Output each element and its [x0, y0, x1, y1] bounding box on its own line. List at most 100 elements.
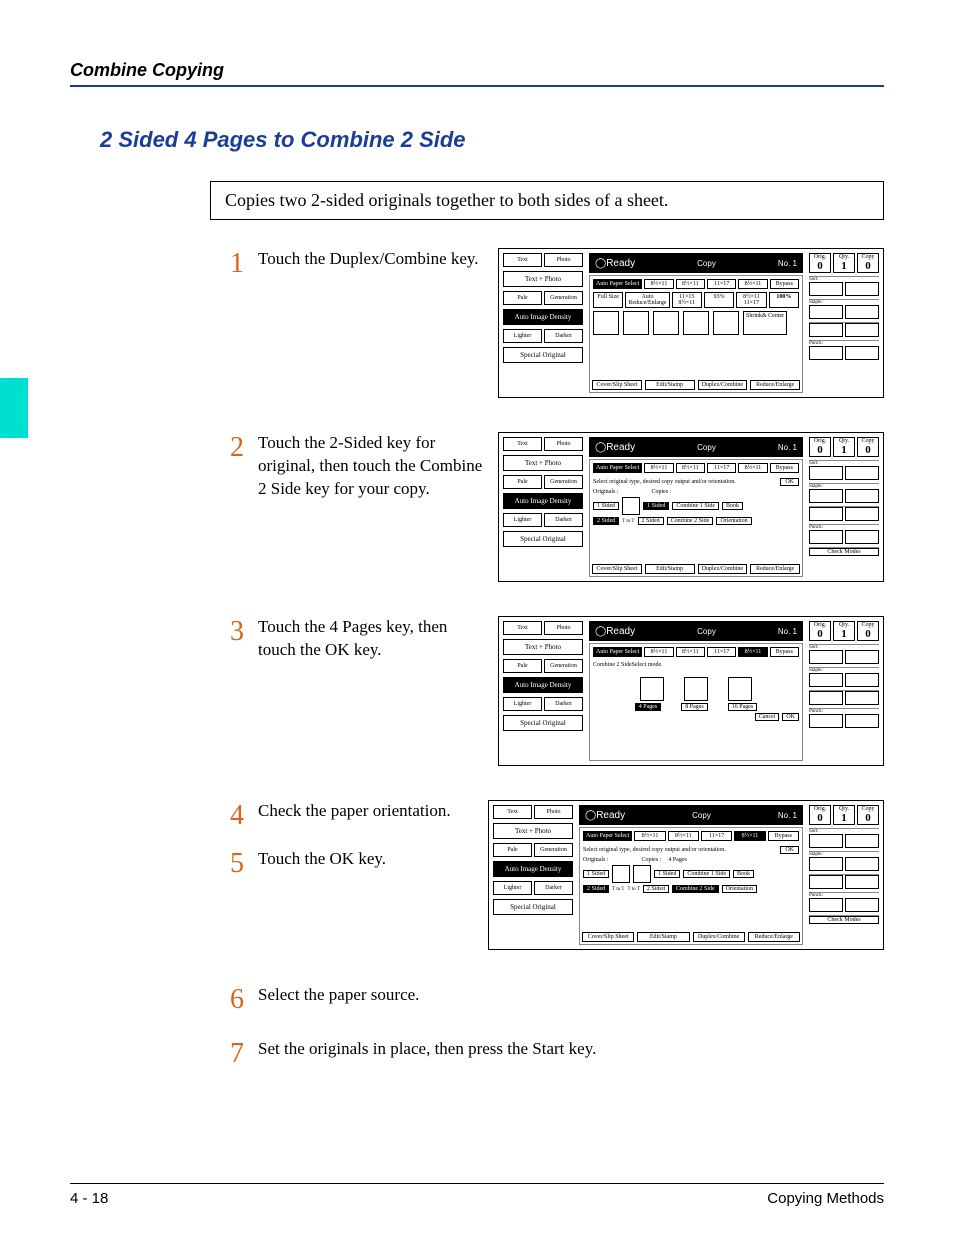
special-original-button[interactable]: Special Original — [493, 899, 573, 915]
tray-3[interactable]: 11×17 — [707, 647, 736, 657]
tab-text[interactable]: Text — [503, 437, 542, 451]
reduce-enlarge-button[interactable]: Reduce/Enlarge — [750, 380, 800, 390]
book-button[interactable]: Book — [722, 502, 743, 510]
tray-1[interactable]: 8½×11 — [644, 463, 673, 473]
duplex-option-icon[interactable] — [683, 311, 709, 335]
originals-1sided[interactable]: 1 Sided — [583, 870, 609, 878]
bypass-tray[interactable]: Bypass — [770, 463, 799, 473]
tab-text[interactable]: Text — [493, 805, 532, 819]
staple-option[interactable] — [845, 489, 879, 503]
copies-1sided[interactable]: 1 Sided — [654, 870, 680, 878]
ratio-preset-2[interactable]: 8½×11 11×17 — [736, 292, 766, 308]
originals-2sided[interactable]: 2 Sided — [593, 517, 619, 525]
staple-option[interactable] — [845, 305, 879, 319]
tab-photo[interactable]: Photo — [544, 253, 583, 267]
ok-button[interactable]: OK — [780, 478, 799, 486]
punch-option[interactable] — [845, 530, 879, 544]
duplex-option-icon[interactable] — [713, 311, 739, 335]
tray-4[interactable]: 8½×11 — [738, 647, 767, 657]
combine-2side[interactable]: Combine 2 Side — [667, 517, 714, 525]
copies-1sided[interactable]: 1 Sided — [643, 502, 669, 510]
cancel-button[interactable]: Cancel — [755, 713, 780, 721]
edit-stamp-button[interactable]: Edit/Stamp — [637, 932, 689, 942]
tab-generation[interactable]: Generation — [544, 659, 583, 673]
staple-option[interactable] — [845, 673, 879, 687]
special-original-button[interactable]: Special Original — [503, 347, 583, 363]
cover-slip-button[interactable]: Cover/Slip Sheet — [592, 380, 642, 390]
punch-option[interactable] — [845, 898, 879, 912]
tab-generation[interactable]: Generation — [534, 843, 573, 857]
auto-paper-select[interactable]: Auto Paper Select — [593, 647, 642, 657]
tray-1[interactable]: 8½×11 — [644, 279, 673, 289]
sort-option[interactable] — [809, 650, 843, 664]
ok-button[interactable]: OK — [782, 713, 799, 721]
tab-text-photo[interactable]: Text + Photo — [503, 271, 583, 287]
auto-density-button[interactable]: Auto Image Density — [503, 677, 583, 693]
8-pages-button[interactable]: 8 Pages — [681, 703, 708, 711]
staple-option[interactable] — [845, 507, 879, 521]
staple-option[interactable] — [845, 875, 879, 889]
16-pages-button[interactable]: 16 Pages — [728, 703, 758, 711]
cover-slip-button[interactable]: Cover/Slip Sheet — [592, 564, 642, 574]
tray-2[interactable]: 8½×11 — [668, 831, 699, 841]
orientation-button[interactable]: Orientation — [716, 517, 751, 525]
staple-option[interactable] — [809, 673, 843, 687]
zoom-percent[interactable]: 93% — [704, 292, 734, 308]
ok-button[interactable]: OK — [780, 846, 799, 854]
punch-option[interactable] — [809, 346, 843, 360]
punch-option[interactable] — [809, 714, 843, 728]
check-modes-button[interactable]: Check Modes — [809, 548, 879, 556]
reduce-enlarge-button[interactable]: Reduce/Enlarge — [750, 564, 800, 574]
sort-option[interactable] — [809, 282, 843, 296]
duplex-combine-button[interactable]: Duplex/Combine — [698, 564, 748, 574]
tab-text[interactable]: Text — [503, 253, 542, 267]
sort-option[interactable] — [845, 834, 879, 848]
darker-button[interactable]: Darker — [534, 881, 573, 895]
tray-3[interactable]: 11×17 — [707, 463, 736, 473]
sort-option[interactable] — [809, 834, 843, 848]
duplex-combine-button[interactable]: Duplex/Combine — [698, 380, 748, 390]
sort-option[interactable] — [845, 466, 879, 480]
darker-button[interactable]: Darker — [544, 697, 583, 711]
tab-text[interactable]: Text — [503, 621, 542, 635]
auto-paper-select[interactable]: Auto Paper Select — [583, 831, 632, 841]
staple-option[interactable] — [845, 691, 879, 705]
cover-slip-button[interactable]: Cover/Slip Sheet — [582, 932, 634, 942]
auto-paper-select[interactable]: Auto Paper Select — [593, 463, 642, 473]
tab-text-photo[interactable]: Text + Photo — [503, 639, 583, 655]
copies-2sided[interactable]: 2 Sided — [638, 517, 664, 525]
staple-option[interactable] — [809, 875, 843, 889]
combine-1side[interactable]: Combine 1 Side — [672, 502, 719, 510]
full-size-button[interactable]: Full Size — [593, 292, 623, 308]
bypass-tray[interactable]: Bypass — [770, 279, 799, 289]
zoom-100[interactable]: 100% — [769, 292, 799, 308]
copies-2sided[interactable]: 2 Sided — [643, 885, 669, 893]
tab-photo[interactable]: Photo — [544, 437, 583, 451]
orientation-button[interactable]: Orientation — [722, 885, 757, 893]
edit-stamp-button[interactable]: Edit/Stamp — [645, 564, 695, 574]
tab-generation[interactable]: Generation — [544, 291, 583, 305]
originals-2sided[interactable]: 2 Sided — [583, 885, 609, 893]
tab-pale[interactable]: Pale — [493, 843, 532, 857]
combine-2side[interactable]: Combine 2 Side — [672, 885, 719, 893]
edit-stamp-button[interactable]: Edit/Stamp — [645, 380, 695, 390]
originals-1sided[interactable]: 1 Sided — [593, 502, 619, 510]
tab-pale[interactable]: Pale — [503, 475, 542, 489]
reduce-enlarge-button[interactable]: Reduce/Enlarge — [748, 932, 800, 942]
tab-generation[interactable]: Generation — [544, 475, 583, 489]
punch-option[interactable] — [809, 530, 843, 544]
duplex-combine-button[interactable]: Duplex/Combine — [693, 932, 745, 942]
check-modes-button[interactable]: Check Modes — [809, 916, 879, 924]
combine-1side[interactable]: Combine 1 Side — [683, 870, 730, 878]
auto-paper-select[interactable]: Auto Paper Select — [593, 279, 642, 289]
lighter-button[interactable]: Lighter — [503, 513, 542, 527]
4-pages-button[interactable]: 4 Pages — [635, 703, 662, 711]
staple-option[interactable] — [809, 857, 843, 871]
tab-text-photo[interactable]: Text + Photo — [503, 455, 583, 471]
book-button[interactable]: Book — [733, 870, 754, 878]
staple-option[interactable] — [845, 857, 879, 871]
duplex-option-icon[interactable] — [623, 311, 649, 335]
tray-1[interactable]: 8½×11 — [634, 831, 665, 841]
bypass-tray[interactable]: Bypass — [768, 831, 799, 841]
staple-option[interactable] — [845, 323, 879, 337]
